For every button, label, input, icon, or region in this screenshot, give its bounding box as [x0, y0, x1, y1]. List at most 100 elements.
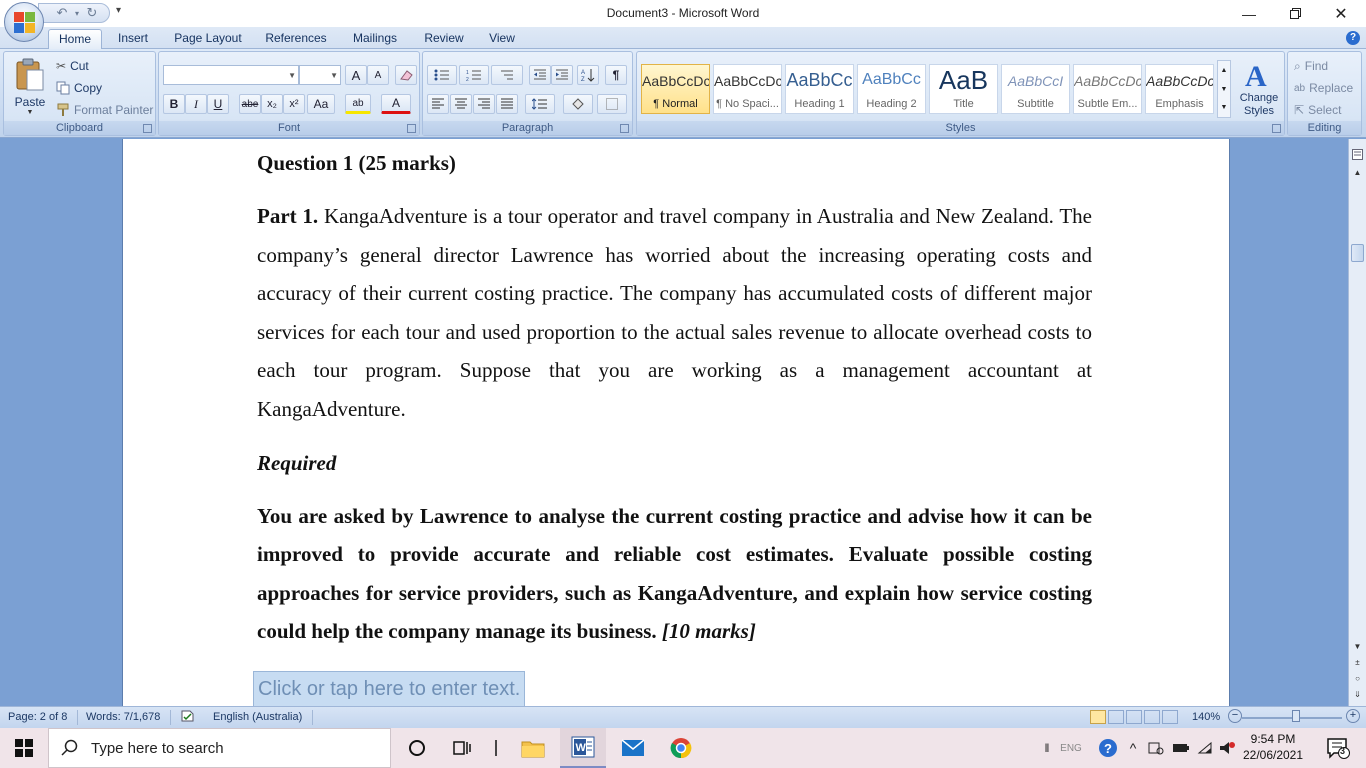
italic-button[interactable]: I	[185, 94, 207, 114]
word-taskbar-button[interactable]: W	[560, 728, 606, 768]
change-styles-button[interactable]: A Change Styles	[1235, 56, 1283, 122]
superscript-button[interactable]: x²	[283, 94, 305, 114]
grow-font-button[interactable]: A	[345, 65, 367, 85]
close-button[interactable]: ✕	[1318, 0, 1364, 27]
change-case-button[interactable]: Aa	[307, 94, 335, 114]
increase-indent-button[interactable]	[551, 65, 573, 85]
file-explorer-button[interactable]	[510, 728, 556, 768]
style-title[interactable]: AaB Title	[929, 64, 998, 114]
style-heading-2[interactable]: AaBbCc Heading 2	[857, 64, 926, 114]
scroll-down-button[interactable]: ▼	[1350, 639, 1365, 654]
tab-page-layout[interactable]: Page Layout	[168, 29, 248, 49]
font-name-combo[interactable]: ▼	[163, 65, 299, 85]
borders-button[interactable]	[597, 94, 627, 114]
style-no-spacing[interactable]: AaBbCcDc ¶ No Spaci...	[713, 64, 782, 114]
styles-launcher-icon[interactable]	[1272, 124, 1281, 133]
web-layout-view-icon[interactable]	[1126, 710, 1142, 724]
language-indicator[interactable]: English (Australia)	[213, 711, 302, 723]
page-indicator[interactable]: Page: 2 of 8	[8, 711, 67, 723]
find-button[interactable]: ⌕ Find	[1294, 56, 1328, 76]
scroll-down-icon[interactable]: ▼	[1218, 80, 1230, 99]
help-tray-button[interactable]: ?	[1096, 728, 1120, 768]
format-painter-button[interactable]: Format Painter	[56, 100, 153, 120]
office-button[interactable]	[4, 2, 44, 42]
style-subtitle[interactable]: AaBbCcI Subtitle	[1001, 64, 1070, 114]
word-count[interactable]: Words: 7/1,678	[86, 711, 160, 723]
input-language[interactable]: ENG	[1058, 728, 1084, 768]
print-layout-view-icon[interactable]	[1090, 710, 1106, 724]
zoom-out-icon[interactable]: −	[1228, 709, 1242, 723]
decrease-indent-button[interactable]	[529, 65, 551, 85]
styles-gallery-scroller[interactable]: ▲ ▼ ▼	[1217, 60, 1231, 118]
show-formatting-button[interactable]: ¶	[605, 65, 627, 85]
shading-button[interactable]	[563, 94, 593, 114]
vertical-scrollbar[interactable]: ▲ ▼ ± ○ ⇓	[1348, 139, 1366, 706]
font-launcher-icon[interactable]	[407, 124, 416, 133]
browse-object-icon[interactable]: ○	[1350, 671, 1365, 686]
next-page-icon[interactable]: ⇓	[1350, 687, 1365, 702]
notifications-button[interactable]: 3	[1318, 728, 1358, 768]
shrink-font-button[interactable]: A	[367, 65, 389, 85]
battery-icon[interactable]	[1170, 728, 1192, 768]
zoom-level[interactable]: 140%	[1192, 711, 1220, 723]
bold-button[interactable]: B	[163, 94, 185, 114]
clipboard-launcher-icon[interactable]	[143, 124, 152, 133]
chrome-button[interactable]	[658, 728, 704, 768]
scroll-up-button[interactable]: ▲	[1350, 165, 1365, 180]
zoom-in-icon[interactable]: +	[1346, 709, 1360, 723]
start-button[interactable]	[0, 728, 48, 768]
more-styles-icon[interactable]: ▼	[1218, 99, 1230, 116]
restore-button[interactable]	[1272, 0, 1318, 27]
previous-page-icon[interactable]: ±	[1350, 655, 1365, 670]
tab-mailings[interactable]: Mailings	[344, 29, 406, 49]
tab-review[interactable]: Review	[418, 29, 470, 49]
bullets-button[interactable]	[427, 65, 457, 85]
copy-button[interactable]: Copy	[56, 78, 102, 98]
zoom-slider-thumb[interactable]	[1292, 710, 1300, 722]
cortana-button[interactable]	[394, 728, 440, 768]
tab-view[interactable]: View	[482, 29, 522, 49]
font-size-combo[interactable]: ▼	[299, 65, 341, 85]
minimize-button[interactable]: —	[1226, 0, 1272, 27]
volume-icon[interactable]	[1216, 728, 1238, 768]
taskbar-search[interactable]: Type here to search	[48, 728, 391, 768]
style-emphasis[interactable]: AaBbCcDc Emphasis	[1145, 64, 1214, 114]
highlight-button[interactable]: ab	[345, 94, 371, 114]
tab-home[interactable]: Home	[48, 29, 102, 49]
tab-references[interactable]: References	[260, 29, 332, 49]
draft-view-icon[interactable]	[1162, 710, 1178, 724]
system-clock[interactable]: 9:54 PM 22/06/2021	[1240, 731, 1306, 763]
full-screen-reading-view-icon[interactable]	[1108, 710, 1124, 724]
task-view-button[interactable]	[440, 728, 486, 768]
scroll-up-icon[interactable]: ▲	[1218, 61, 1230, 80]
outline-view-icon[interactable]	[1144, 710, 1160, 724]
style-normal[interactable]: AaBbCcDc ¶ Normal	[641, 64, 710, 114]
replace-button[interactable]: ab Replace	[1294, 78, 1353, 98]
paste-dropdown-icon[interactable]: ▼	[8, 109, 52, 116]
content-control-placeholder[interactable]: Click or tap here to enter text.	[253, 671, 526, 706]
paragraph-launcher-icon[interactable]	[620, 124, 629, 133]
cut-button[interactable]: ✂ Cut	[56, 56, 89, 76]
proofing-icon[interactable]	[180, 709, 196, 726]
sort-button[interactable]: AZ	[577, 65, 599, 85]
scroll-thumb[interactable]	[1351, 244, 1364, 262]
document-content[interactable]: Question 1 (25 marks) Part 1. KangaAdven…	[257, 147, 1092, 651]
document-page[interactable]: Question 1 (25 marks) Part 1. KangaAdven…	[122, 139, 1230, 706]
wifi-icon[interactable]	[1196, 728, 1214, 768]
style-heading-1[interactable]: AaBbCc Heading 1	[785, 64, 854, 114]
align-left-button[interactable]	[427, 94, 449, 114]
clear-formatting-button[interactable]	[395, 65, 417, 85]
style-subtle-emphasis[interactable]: AaBbCcDc Subtle Em...	[1073, 64, 1142, 114]
font-color-button[interactable]: A	[381, 94, 411, 114]
chevron-up-icon[interactable]: ^	[1124, 728, 1142, 768]
onedrive-tray-icon[interactable]	[1146, 728, 1166, 768]
ruler-toggle-icon[interactable]	[1350, 147, 1365, 162]
select-button[interactable]: ⇱ Select	[1294, 100, 1341, 120]
numbering-button[interactable]: 12	[459, 65, 489, 85]
help-icon[interactable]: ?	[1346, 31, 1360, 45]
underline-button[interactable]: U	[207, 94, 229, 114]
mail-button[interactable]	[610, 728, 656, 768]
strikethrough-button[interactable]: abe	[239, 94, 261, 114]
align-right-button[interactable]	[473, 94, 495, 114]
paste-button[interactable]: Paste ▼	[8, 56, 52, 118]
